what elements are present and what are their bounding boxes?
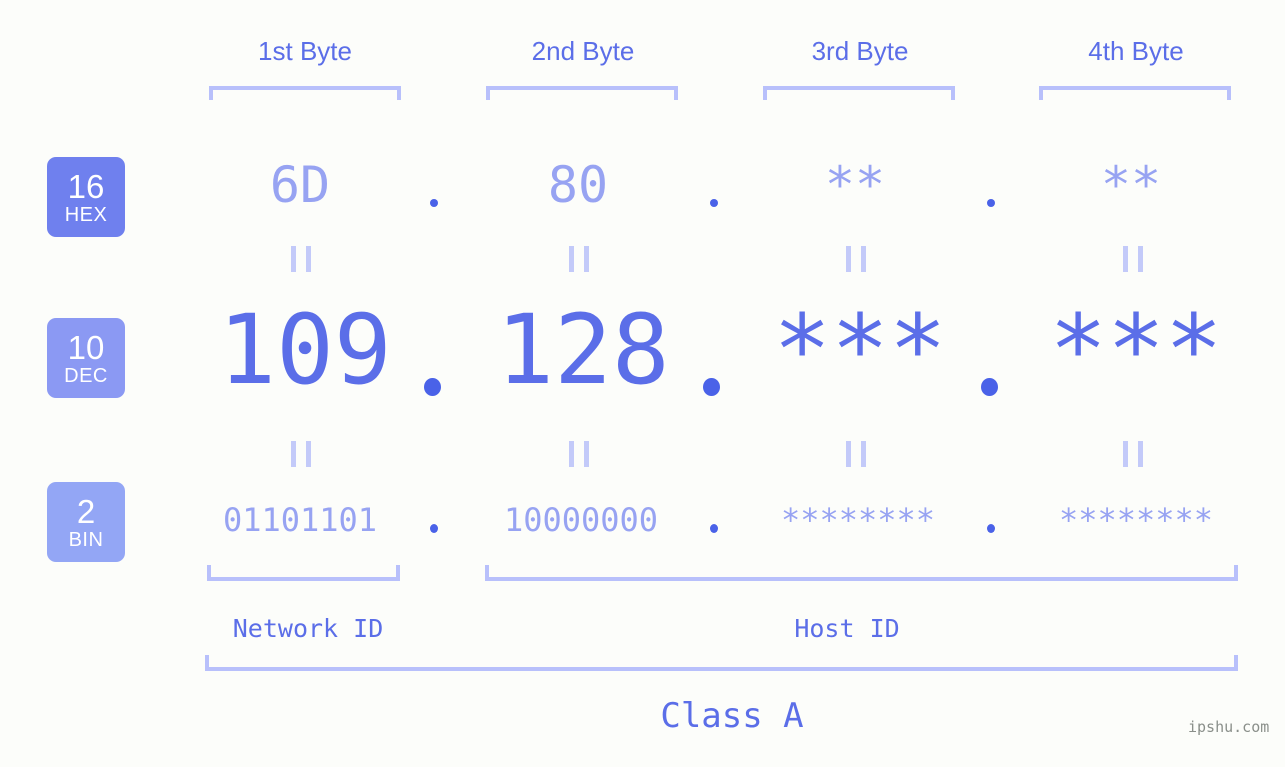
equals-mark-hex-dec-1 bbox=[291, 246, 311, 272]
bin-separator-dot-3 bbox=[987, 524, 995, 533]
equals-mark-dec-bin-1 bbox=[291, 441, 311, 467]
byte-bracket-top-2 bbox=[486, 86, 678, 100]
bin-separator-dot-1 bbox=[430, 524, 438, 533]
network-id-bracket bbox=[207, 565, 400, 581]
host-id-label: Host ID bbox=[794, 614, 900, 643]
byte-header-label-3: 3rd Byte bbox=[811, 36, 909, 66]
byte-header-label-4: 4th Byte bbox=[1088, 36, 1184, 66]
dec-value-byte-3: *** bbox=[773, 294, 947, 406]
ip-address-breakdown-diagram: 1st Byte 2nd Byte 3rd Byte 4th Byte 16 H… bbox=[0, 0, 1285, 767]
base-badge-hex-name: HEX bbox=[64, 203, 108, 226]
dec-separator-dot-2 bbox=[703, 378, 720, 396]
dec-value-byte-2: 128 bbox=[496, 294, 670, 406]
class-bracket bbox=[205, 655, 1238, 671]
bin-value-byte-3: ******** bbox=[780, 501, 936, 539]
bin-value-byte-1: 01101101 bbox=[222, 501, 378, 539]
equals-mark-dec-bin-3 bbox=[846, 441, 866, 467]
equals-mark-hex-dec-2 bbox=[569, 246, 589, 272]
hex-separator-dot-3 bbox=[987, 199, 995, 207]
hex-value-byte-3: ** bbox=[824, 156, 886, 214]
base-badge-dec-number: 10 bbox=[67, 328, 105, 366]
base-badge-bin-number: 2 bbox=[76, 492, 96, 530]
bin-value-byte-4: ******** bbox=[1058, 501, 1214, 539]
base-badge-hex-number: 16 bbox=[67, 167, 105, 205]
dec-separator-dot-1 bbox=[424, 378, 441, 396]
hex-value-byte-2: 80 bbox=[547, 156, 609, 214]
byte-bracket-top-4 bbox=[1039, 86, 1231, 100]
host-id-bracket bbox=[485, 565, 1238, 581]
hex-separator-dot-2 bbox=[710, 199, 718, 207]
hex-value-byte-1: 6D bbox=[269, 156, 331, 214]
dec-separator-dot-3 bbox=[981, 378, 998, 396]
equals-mark-dec-bin-2 bbox=[569, 441, 589, 467]
class-label: Class A bbox=[660, 696, 804, 736]
base-badge-hex: 16 HEX bbox=[47, 157, 125, 237]
byte-bracket-top-1 bbox=[209, 86, 401, 100]
hex-separator-dot-1 bbox=[430, 199, 438, 207]
hex-value-byte-4: ** bbox=[1100, 156, 1162, 214]
base-badge-dec-name: DEC bbox=[64, 364, 108, 387]
dec-value-byte-4: *** bbox=[1049, 294, 1223, 406]
byte-header-label-2: 2nd Byte bbox=[531, 36, 635, 66]
bin-value-byte-2: 10000000 bbox=[503, 501, 659, 539]
base-badge-bin: 2 BIN bbox=[47, 482, 125, 562]
equals-mark-hex-dec-3 bbox=[846, 246, 866, 272]
equals-mark-dec-bin-4 bbox=[1123, 441, 1143, 467]
network-id-label: Network ID bbox=[232, 614, 384, 643]
base-badge-bin-name: BIN bbox=[68, 528, 104, 551]
equals-mark-hex-dec-4 bbox=[1123, 246, 1143, 272]
bin-separator-dot-2 bbox=[710, 524, 718, 533]
byte-header-label-1: 1st Byte bbox=[258, 36, 352, 66]
byte-bracket-top-3 bbox=[763, 86, 955, 100]
site-watermark: ipshu.com bbox=[1188, 718, 1270, 736]
dec-value-byte-1: 109 bbox=[218, 294, 392, 406]
base-badge-dec: 10 DEC bbox=[47, 318, 125, 398]
